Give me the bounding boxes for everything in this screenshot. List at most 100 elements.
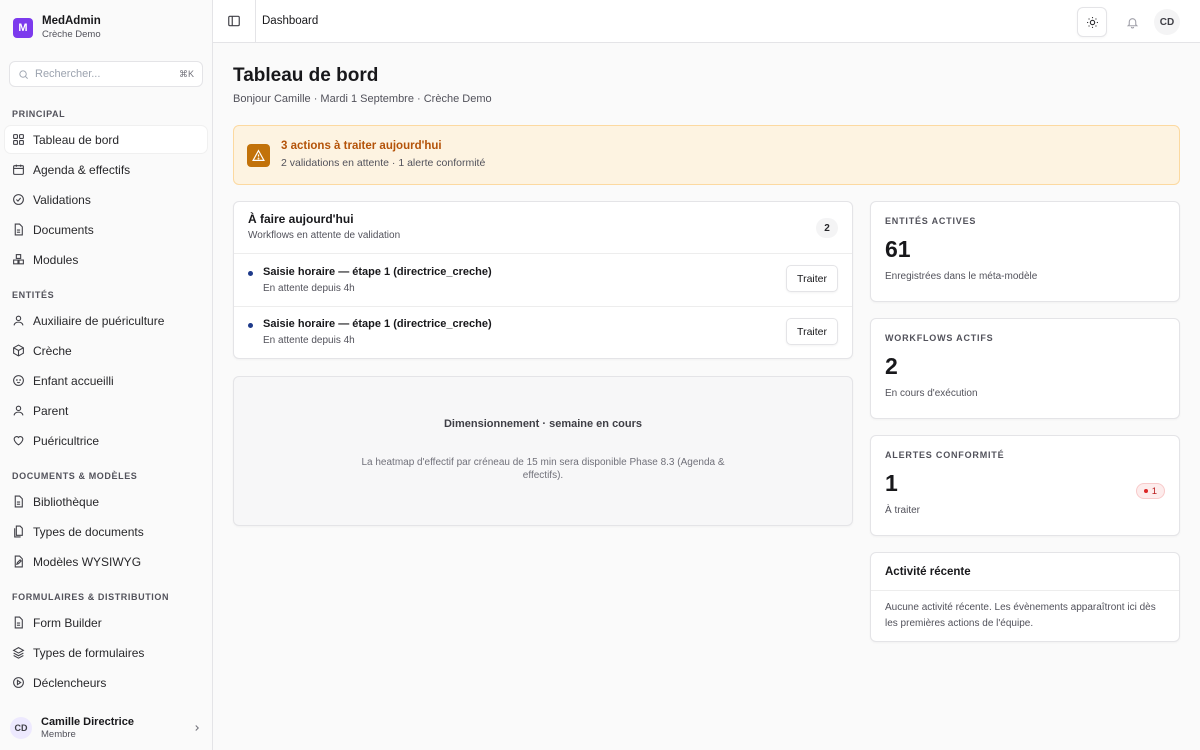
sidebar-item-enfant[interactable]: Enfant accueilli bbox=[5, 367, 207, 394]
sidebar-item-label: Types de documents bbox=[33, 524, 144, 539]
search-box[interactable]: ⌘K bbox=[9, 61, 203, 87]
files-icon bbox=[14, 525, 23, 538]
sidebar-item-form-builder[interactable]: Form Builder bbox=[5, 609, 207, 636]
file-icon bbox=[14, 495, 23, 508]
sidebar-item-tableau-de-bord[interactable]: Tableau de bord bbox=[5, 126, 207, 153]
box-icon bbox=[13, 344, 24, 357]
stat-note: À traiter bbox=[885, 505, 921, 516]
file-edit-icon bbox=[14, 555, 23, 568]
sidebar-item-label: Parent bbox=[33, 403, 69, 418]
brand-sub: Crèche Demo bbox=[42, 29, 101, 40]
brand[interactable]: M MedAdmin Crèche Demo bbox=[0, 0, 212, 43]
sidebar-item-bibliotheque[interactable]: Bibliothèque bbox=[5, 488, 207, 515]
notifications-button[interactable] bbox=[1121, 11, 1143, 33]
todo-row: Saisie horaire — étape 1 (directrice_cre… bbox=[234, 306, 852, 358]
todo-row-subtitle: En attente depuis 4h bbox=[263, 335, 355, 346]
boxes-icon bbox=[13, 254, 24, 265]
page-title: Tableau de bord bbox=[233, 65, 379, 86]
avatar: CD bbox=[10, 717, 32, 739]
warning-icon bbox=[247, 143, 270, 167]
sidebar-item-modeles-wysiwyg[interactable]: Modèles WYSIWYG bbox=[5, 548, 207, 575]
user-avatar-button[interactable]: CD bbox=[1154, 9, 1180, 35]
sidebar-item-declencheurs[interactable]: Déclencheurs bbox=[5, 669, 207, 696]
badge-count: 1 bbox=[1151, 485, 1157, 497]
page-subtitle: Bonjour Camille · Mardi 1 Septembre · Cr… bbox=[233, 93, 492, 105]
stat-value: 2 bbox=[885, 353, 898, 379]
traiter-button[interactable]: Traiter bbox=[786, 318, 838, 345]
check-circle-icon bbox=[13, 194, 24, 205]
main-area: Dashboard CD Tableau de bord Bonjour Cam… bbox=[213, 0, 1200, 750]
user-icon bbox=[13, 405, 24, 416]
sidebar-item-types-formulaires[interactable]: Types de formulaires bbox=[5, 639, 207, 666]
sidebar-item-label: Puéricultrice bbox=[33, 433, 100, 448]
alert-title: 3 actions à traiter aujourd'hui bbox=[281, 140, 442, 152]
user-role: Membre bbox=[41, 728, 76, 740]
sidebar-item-creche[interactable]: Crèche bbox=[5, 337, 207, 364]
sidebar-item-label: Tableau de bord bbox=[33, 132, 120, 147]
sidebar-item-label: Modèles WYSIWYG bbox=[33, 554, 142, 569]
activity-body: Aucune activité récente. Les évènements … bbox=[885, 602, 1156, 629]
section-label-entites: ENTITÉS bbox=[12, 290, 55, 300]
badge-dot bbox=[1143, 489, 1148, 493]
right-column: ENTITÉS ACTIVES 61 Enregistrées dans le … bbox=[870, 201, 1180, 642]
stat-card-entites: ENTITÉS ACTIVES 61 Enregistrées dans le … bbox=[870, 201, 1180, 302]
activity-title: Activité récente bbox=[871, 553, 1179, 591]
play-circle-icon bbox=[13, 677, 24, 688]
user-name: Camille Directrice bbox=[41, 715, 134, 728]
section-label-documents-modeles: DOCUMENTS & MODÈLES bbox=[12, 471, 138, 481]
sidebar-toggle-icon bbox=[228, 15, 240, 27]
todo-card: À faire aujourd'hui Workflows en attente… bbox=[233, 201, 853, 359]
search-shortcut: ⌘K bbox=[178, 68, 194, 79]
sidebar: M MedAdmin Crèche Demo ⌘K PRINCIPAL Tabl… bbox=[0, 0, 213, 750]
heatmap-title: Dimensionnement · semaine en cours bbox=[443, 418, 643, 430]
sidebar-item-types-documents[interactable]: Types de documents bbox=[5, 518, 207, 545]
sidebar-item-parent[interactable]: Parent bbox=[5, 397, 207, 424]
actions-alert: 3 actions à traiter aujourd'hui 2 valida… bbox=[233, 125, 1180, 185]
heart-icon bbox=[13, 436, 24, 446]
stat-label: WORKFLOWS ACTIFS bbox=[885, 333, 994, 343]
file-icon bbox=[14, 616, 23, 629]
user-icon bbox=[13, 315, 24, 326]
alert-desc: 2 validations en attente · 1 alerte conf… bbox=[281, 157, 486, 169]
stat-label: ENTITÉS ACTIVES bbox=[885, 216, 977, 226]
todo-row-title: Saisie horaire — étape 1 (directrice_cre… bbox=[263, 318, 492, 330]
sidebar-item-label: Auxiliaire de puériculture bbox=[33, 313, 165, 328]
sidebar-item-label: Modules bbox=[33, 252, 79, 267]
sidebar-item-validations[interactable]: Validations bbox=[5, 186, 207, 213]
layers-icon bbox=[12, 647, 25, 659]
todo-title: À faire aujourd'hui bbox=[248, 212, 354, 226]
dashboard-content: Tableau de bord Bonjour Camille · Mardi … bbox=[213, 43, 1200, 750]
user-menu[interactable]: CD Camille Directrice Membre bbox=[0, 712, 212, 744]
stat-label: ALERTES CONFORMITÉ bbox=[885, 450, 1005, 460]
sun-icon bbox=[1086, 16, 1098, 28]
activity-card: Activité récente Aucune activité récente… bbox=[870, 552, 1180, 642]
sidebar-item-label: Form Builder bbox=[33, 615, 102, 630]
sidebar-item-auxiliaire[interactable]: Auxiliaire de puériculture bbox=[5, 307, 207, 334]
breadcrumb[interactable]: Dashboard bbox=[262, 15, 318, 27]
traiter-button[interactable]: Traiter bbox=[786, 265, 838, 292]
sidebar-item-label: Bibliothèque bbox=[33, 494, 100, 509]
theme-toggle-button[interactable] bbox=[1077, 7, 1107, 37]
sidebar-item-documents[interactable]: Documents bbox=[5, 216, 207, 243]
sidebar-item-label: Enfant accueilli bbox=[33, 373, 114, 388]
calendar-icon bbox=[13, 164, 24, 175]
todo-row-subtitle: En attente depuis 4h bbox=[263, 282, 355, 294]
dashboard-grid: À faire aujourd'hui Workflows en attente… bbox=[233, 201, 1180, 642]
bell-icon bbox=[1126, 17, 1138, 28]
sidebar-item-puericultrice[interactable]: Puéricultrice bbox=[5, 427, 207, 454]
search-input[interactable] bbox=[35, 68, 179, 80]
sidebar-toggle-button[interactable] bbox=[213, 0, 256, 43]
heatmap-description: La heatmap d'effectif par créneau de 15 … bbox=[361, 457, 725, 481]
todo-row-title: Saisie horaire — étape 1 (directrice_cre… bbox=[263, 265, 492, 278]
section-label-principal: PRINCIPAL bbox=[12, 109, 66, 119]
grid-icon bbox=[13, 134, 24, 145]
sidebar-item-modules[interactable]: Modules bbox=[5, 246, 207, 273]
sidebar-item-label: Documents bbox=[33, 222, 94, 237]
sidebar-item-agenda[interactable]: Agenda & effectifs bbox=[5, 156, 207, 183]
sidebar-item-label: Types de formulaires bbox=[33, 645, 145, 660]
topbar: Dashboard CD bbox=[213, 0, 1200, 43]
todo-row: Saisie horaire — étape 1 (directrice_cre… bbox=[234, 254, 852, 306]
status-dot bbox=[248, 323, 253, 328]
stat-card-alertes: ALERTES CONFORMITÉ 1 À traiter 1 bbox=[870, 435, 1180, 536]
todo-subtitle: Workflows en attente de validation bbox=[248, 230, 401, 241]
